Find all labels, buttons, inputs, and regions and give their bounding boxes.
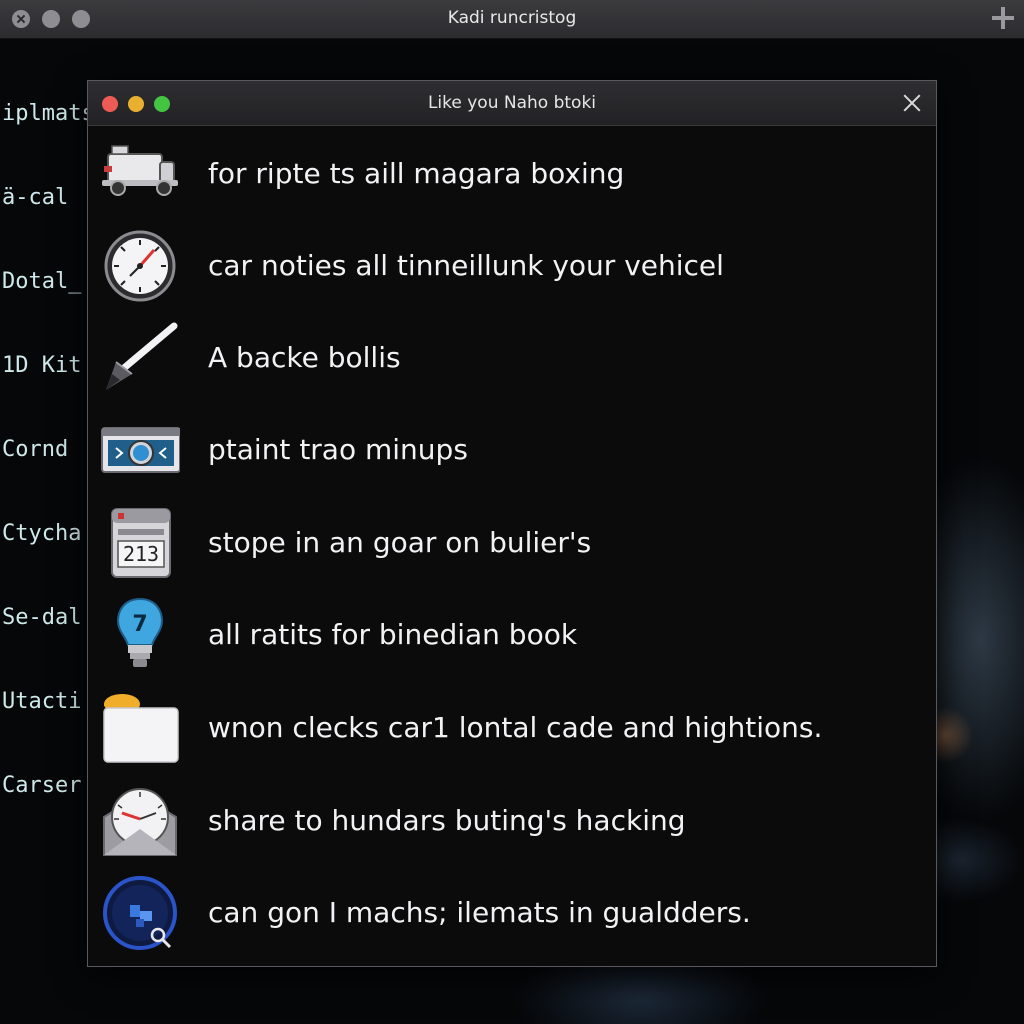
pen-icon <box>106 322 178 390</box>
list-item-label: car noties all tinneillunk your vehicel <box>208 249 724 282</box>
list-item-6[interactable]: 7 all ratits for binedian book <box>88 589 936 681</box>
list-item-1[interactable]: for ripte ts aill magara boxing <box>88 128 936 220</box>
list-item-2[interactable]: car noties all tinneillunk your vehicel <box>88 220 936 312</box>
camera-module-icon <box>101 427 180 473</box>
plus-icon[interactable] <box>992 7 1014 29</box>
close-icon[interactable] <box>900 91 924 115</box>
list-item-9[interactable]: can gon I machs; ilemats in gualdders. <box>88 867 936 959</box>
list-item-4[interactable]: ptaint trao minups <box>88 404 936 496</box>
list-item-label: for ripte ts aill magara boxing <box>208 157 625 190</box>
list-item-label: A backe bollis <box>208 341 401 374</box>
terminal-titlebar: Kadi runcristog <box>0 0 1024 39</box>
calendar-icon: 213 <box>111 508 171 578</box>
folder-icon <box>103 694 179 763</box>
window-title: Kadi runcristog <box>447 8 577 28</box>
svg-text:7: 7 <box>132 612 147 637</box>
list-item-label: ptaint trao minups <box>208 433 468 466</box>
truck-icon <box>102 145 178 196</box>
list-item-5[interactable]: 213 stope in an goar on bulier's <box>88 497 936 589</box>
dialog-titlebar: Like you Naho btoki <box>88 81 936 126</box>
list-item-7[interactable]: wnon clecks car1 lontal cade and hightio… <box>88 682 936 774</box>
speedometer-mail-icon <box>103 788 177 856</box>
list-item-label: stope in an goar on bulier's <box>208 526 592 559</box>
list-item-label: wnon clecks car1 lontal cade and hightio… <box>208 711 823 744</box>
svg-text:213: 213 <box>123 542 159 566</box>
lightbulb-icon: 7 <box>116 597 164 667</box>
list-item-label: share to hundars buting's hacking <box>208 804 686 837</box>
list-item-label: can gon I machs; ilemats in gualdders. <box>208 896 751 929</box>
dialog-window: Like you Naho btoki for ripte ts aill ma… <box>87 80 937 967</box>
gauge-icon <box>104 230 176 302</box>
globe-search-icon <box>103 876 177 950</box>
list-item-8[interactable]: share to hundars buting's hacking <box>88 775 936 867</box>
list-item-label: all ratits for binedian book <box>208 618 578 651</box>
list-item-3[interactable]: A backe bollis <box>88 312 936 404</box>
dialog-title: Like you Naho btoki <box>427 93 597 113</box>
